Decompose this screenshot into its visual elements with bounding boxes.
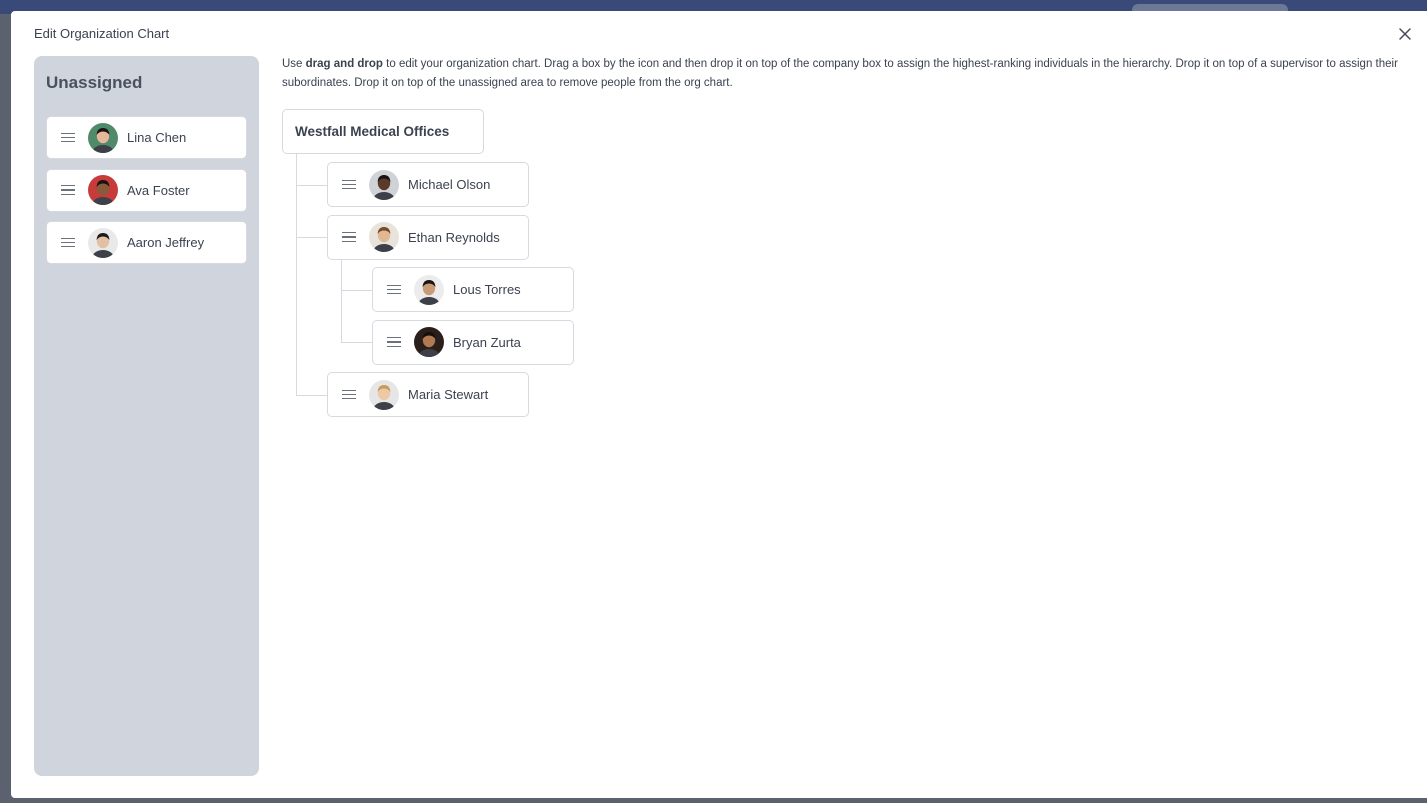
drag-handle-icon[interactable] (342, 179, 356, 190)
company-name: Westfall Medical Offices (295, 124, 450, 139)
person-name: Lous Torres (453, 282, 521, 297)
person-name: Bryan Zurta (453, 334, 521, 350)
instructions-emphasis: drag and drop (305, 58, 383, 70)
close-button[interactable] (1395, 24, 1415, 44)
person-photo-icon (369, 222, 399, 252)
org-chart-person-card[interactable]: Lous Torres (372, 267, 574, 312)
drag-handle-icon[interactable] (342, 389, 356, 400)
person-photo-icon (88, 227, 118, 258)
person-name: Aaron Jeffrey (127, 235, 205, 250)
org-chart-person-card[interactable]: Ethan Reynolds (327, 214, 529, 260)
instructions-prefix: Use (282, 58, 306, 70)
drag-handle-icon[interactable] (342, 232, 356, 242)
tree-connector (341, 259, 342, 342)
close-icon (1399, 28, 1411, 40)
dialog-title: Edit Organization Chart (34, 26, 170, 41)
person-photo-icon (369, 169, 399, 200)
unassigned-person-card[interactable]: Lina Chen (46, 116, 247, 159)
tree-connector (296, 154, 297, 395)
tree-connector (341, 342, 372, 343)
avatar (369, 222, 399, 252)
edit-org-chart-dialog: Edit Organization Chart Unassigned Lina … (11, 11, 1427, 798)
unassigned-drop-area[interactable]: Unassigned Lina Chen Ava Foster Aaron Jeff… (34, 56, 259, 776)
drag-handle-icon[interactable] (387, 337, 401, 347)
avatar (369, 169, 399, 200)
instructions-text: Use drag and drop to edit your organizat… (282, 55, 1407, 93)
avatar (414, 274, 444, 305)
unassigned-person-card[interactable]: Ava Foster (46, 168, 247, 212)
person-photo-icon (414, 327, 444, 357)
unassigned-person-card[interactable]: Aaron Jeffrey (46, 221, 247, 264)
tree-connector (296, 237, 327, 238)
tree-connector (296, 184, 327, 186)
tree-connector (341, 289, 372, 291)
avatar (414, 327, 444, 357)
person-photo-icon (88, 122, 118, 153)
org-chart-person-card[interactable]: Michael Olson (327, 162, 529, 207)
person-name: Ethan Reynolds (408, 229, 500, 245)
person-photo-icon (414, 274, 444, 305)
person-name: Lina Chen (127, 130, 187, 145)
avatar (88, 175, 118, 205)
person-photo-icon (369, 379, 399, 410)
drag-handle-icon[interactable] (61, 185, 75, 195)
unassigned-title: Unassigned (46, 73, 143, 92)
org-chart-person-card[interactable]: Bryan Zurta (372, 319, 574, 365)
drag-handle-icon[interactable] (61, 132, 75, 143)
company-box[interactable]: Westfall Medical Offices (282, 109, 484, 154)
org-chart-person-card[interactable]: Maria Stewart (327, 372, 529, 417)
avatar (369, 379, 399, 410)
drag-handle-icon[interactable] (61, 237, 75, 248)
avatar (88, 227, 118, 258)
drag-handle-icon[interactable] (387, 284, 401, 295)
person-photo-icon (88, 175, 118, 205)
avatar (88, 122, 118, 153)
tree-connector (296, 394, 327, 396)
person-name: Michael Olson (408, 177, 491, 192)
person-name: Ava Foster (127, 182, 190, 198)
person-name: Maria Stewart (408, 387, 489, 402)
instructions-body: to edit your organization chart. Drag a … (282, 58, 1398, 89)
